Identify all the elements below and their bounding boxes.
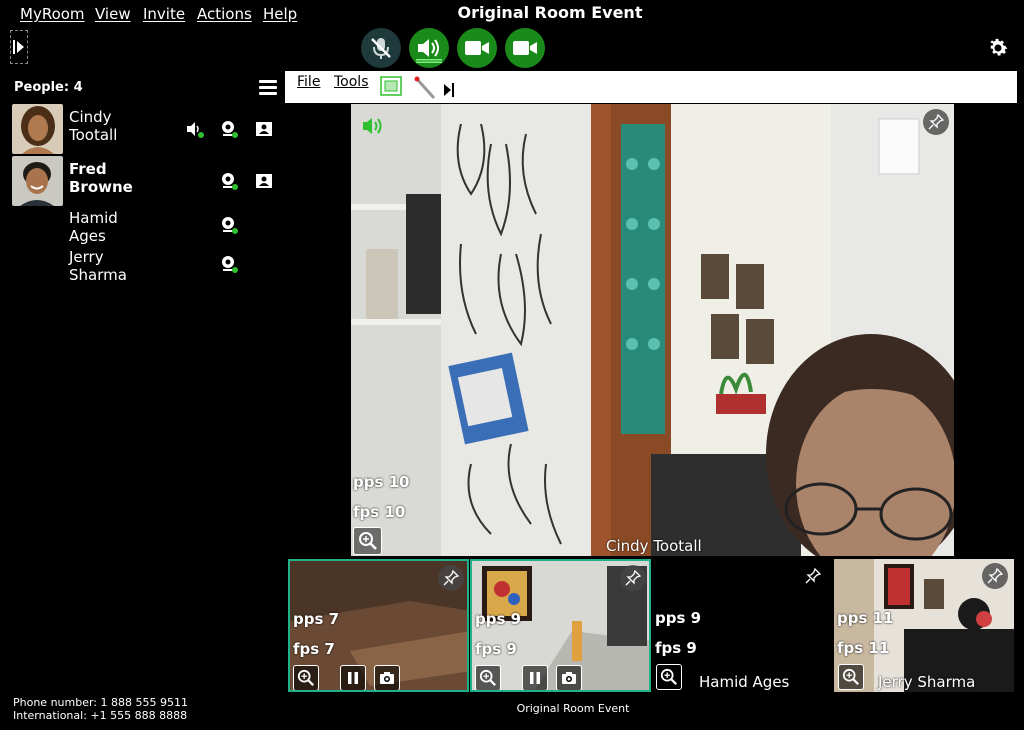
fps-stat: fps 10 [353, 503, 406, 521]
pps-stat: pps 10 [353, 473, 410, 491]
participant-name: Cindy Tootall [69, 108, 118, 144]
pause-button[interactable] [522, 665, 548, 690]
participant-label: Cindy Tootall [606, 537, 702, 555]
video-thumbnail[interactable]: pps 7 fps 7 [288, 559, 469, 692]
speaker-icon [187, 122, 204, 138]
snapshot-button[interactable] [374, 665, 400, 690]
participant-name: Hamid Ages [69, 209, 118, 245]
fps-stat: fps 11 [837, 639, 890, 657]
zoom-in-icon [842, 668, 859, 685]
pin-button[interactable] [620, 565, 646, 591]
pin-icon [987, 568, 1003, 584]
laser-pointer-icon[interactable] [412, 75, 438, 101]
participant-name: Jerry Sharma [69, 248, 127, 284]
share-camera-button[interactable] [505, 28, 545, 68]
pin-icon [928, 114, 944, 130]
participant-name: Fred Browne [69, 160, 133, 196]
webcam-icon [222, 256, 238, 273]
webcam-icon [222, 173, 238, 190]
mic-muted-icon [371, 38, 391, 59]
contact-card-icon[interactable] [254, 119, 274, 139]
participant-label: Jerry Sharma [878, 673, 976, 691]
video-thumbnail[interactable]: pps 11 fps 11 Jerry Sharma [834, 559, 1014, 692]
video-thumbnail[interactable]: pps 9 fps 9 [470, 559, 651, 692]
pause-icon [530, 672, 540, 684]
pin-button[interactable] [800, 563, 826, 589]
video-feed [351, 104, 954, 556]
zoom-button[interactable] [353, 527, 382, 555]
main-video-tile[interactable]: pps 10 fps 10 Cindy Tootall [351, 104, 954, 556]
toolbar-file-menu[interactable]: File [297, 74, 320, 90]
zoom-in-icon [479, 669, 496, 686]
zoom-button[interactable] [656, 664, 682, 690]
screen-capture-icon[interactable] [379, 75, 403, 97]
pin-icon [625, 570, 641, 586]
people-count: People: 4 [14, 80, 83, 95]
pin-button[interactable] [923, 109, 949, 135]
snapshot-button[interactable] [556, 665, 582, 690]
zoom-in-icon [297, 669, 314, 686]
pause-icon [348, 672, 358, 684]
fps-stat: fps 9 [655, 639, 697, 657]
video-camera-icon [465, 41, 489, 55]
pin-icon [805, 568, 821, 584]
room-title: Original Room Event [457, 3, 643, 22]
camera-icon [562, 672, 576, 684]
video-thumbnail[interactable]: pps 9 fps 9 Hamid Ages [652, 559, 833, 692]
pause-button[interactable] [340, 665, 366, 690]
participant-row[interactable]: Jerry Sharma [12, 244, 282, 294]
pps-stat: pps 9 [475, 610, 522, 628]
speaking-indicator-icon [363, 118, 382, 134]
participant-row[interactable]: Fred Browne [12, 156, 282, 206]
avatar [12, 104, 63, 154]
speaker-button[interactable] [409, 28, 449, 68]
camera-button[interactable] [457, 28, 497, 68]
fps-stat: fps 9 [475, 640, 517, 658]
gear-icon[interactable] [986, 36, 1010, 60]
pin-icon [443, 570, 459, 586]
webcam-icon [222, 217, 238, 234]
webcam-icon [222, 121, 238, 138]
zoom-in-icon [660, 668, 677, 685]
sidebar-toggle-button[interactable] [10, 30, 28, 64]
fps-stat: fps 7 [293, 640, 335, 658]
zoom-button[interactable] [838, 664, 864, 690]
speaker-icon [416, 39, 442, 63]
video-toolbar: File Tools [285, 71, 1017, 103]
footer-room-title: Original Room Event [516, 702, 630, 715]
pps-stat: pps 11 [837, 609, 894, 627]
participant-label: Hamid Ages [699, 673, 790, 691]
pin-button[interactable] [438, 565, 464, 591]
mute-mic-button[interactable] [361, 28, 401, 68]
avatar [12, 156, 63, 206]
sidebar-expand-icon [13, 40, 24, 54]
camera-icon [380, 672, 394, 684]
pps-stat: pps 9 [655, 609, 702, 627]
zoom-button[interactable] [475, 665, 501, 690]
menu-icon[interactable] [259, 80, 277, 96]
pps-stat: pps 7 [293, 610, 340, 628]
participant-row[interactable]: Cindy Tootall [12, 104, 282, 154]
zoom-button[interactable] [293, 665, 319, 690]
video-camera-icon [513, 41, 537, 55]
zoom-in-icon [358, 532, 377, 550]
contact-card-icon[interactable] [254, 171, 274, 191]
collapse-icon[interactable] [443, 82, 455, 98]
toolbar-tools-menu[interactable]: Tools [334, 74, 369, 90]
pin-button[interactable] [982, 563, 1008, 589]
